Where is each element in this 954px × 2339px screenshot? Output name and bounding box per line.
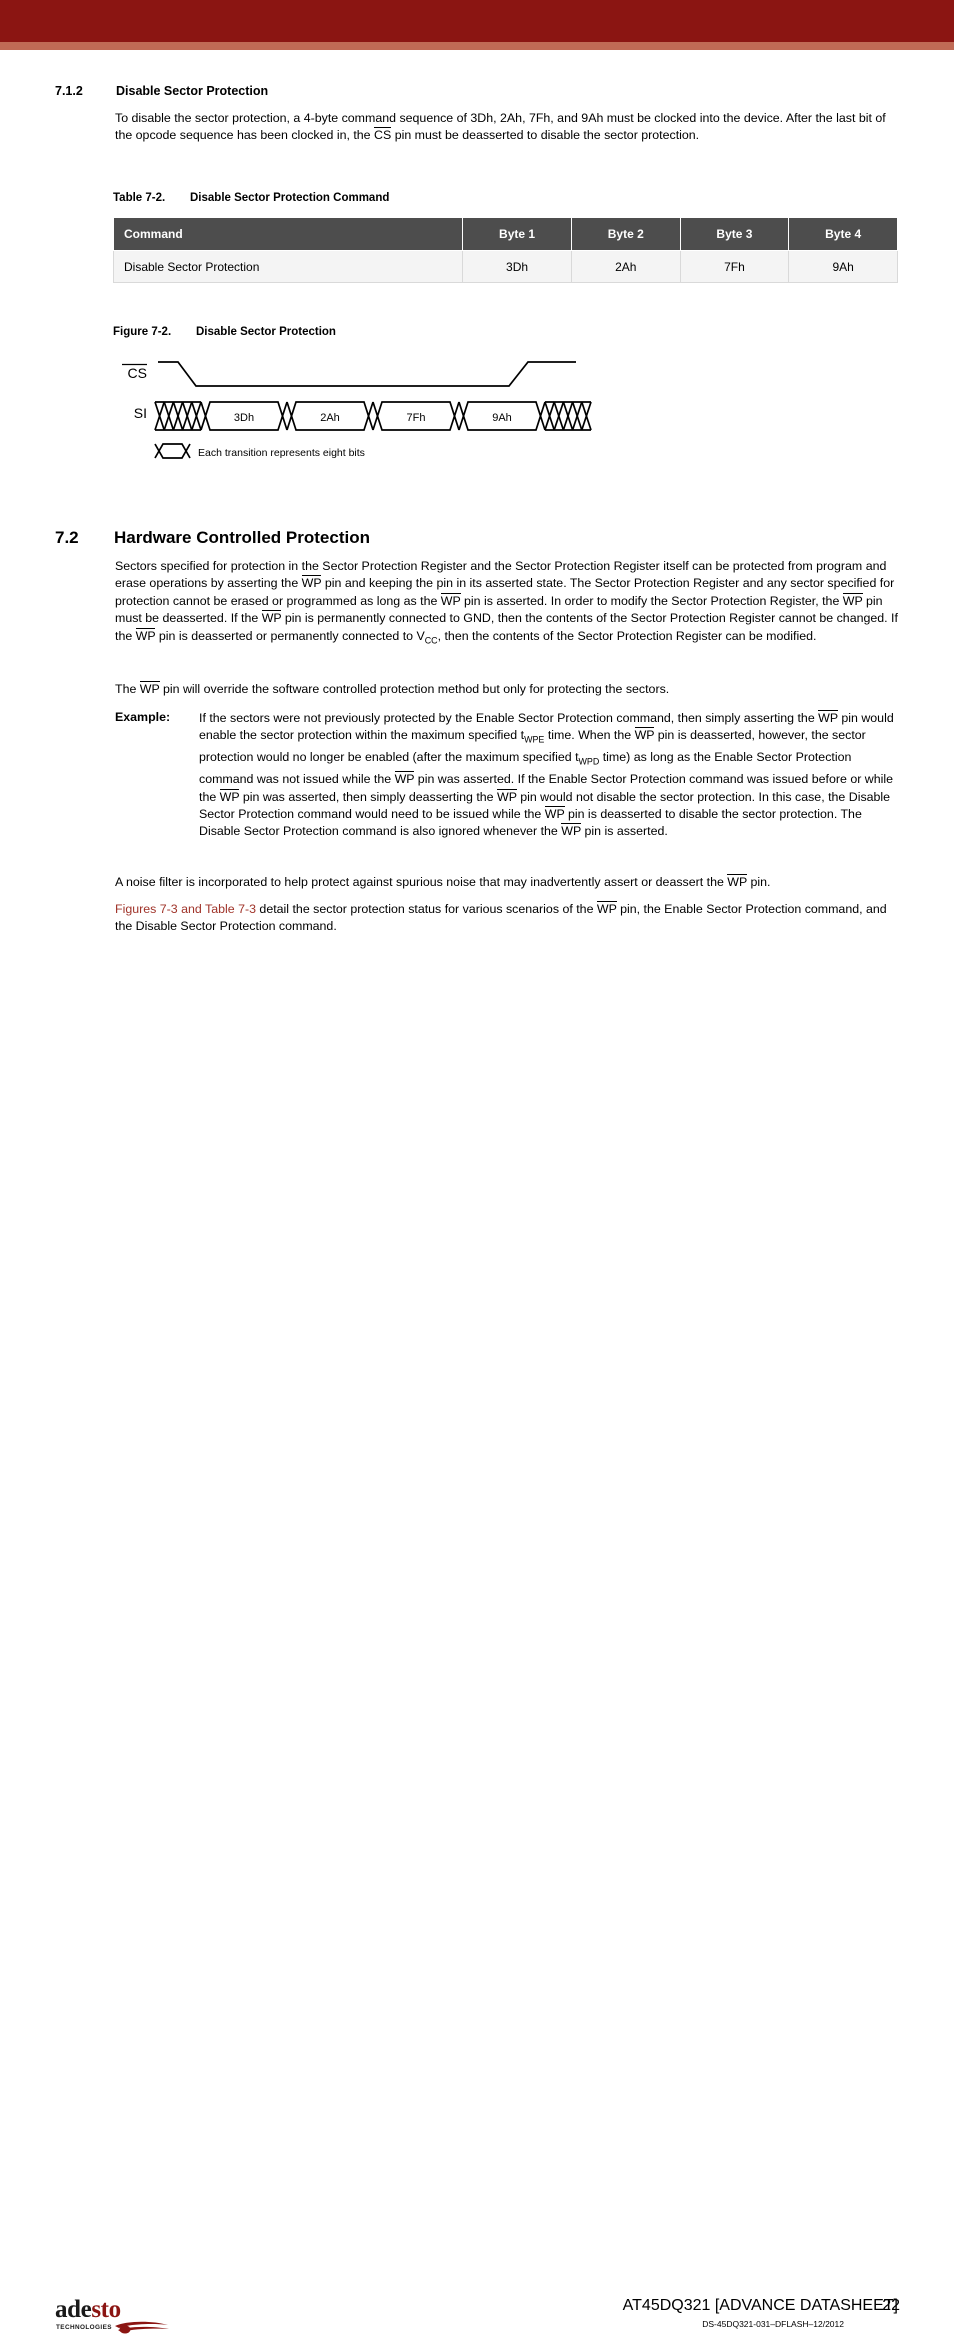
table-cell-byte-1: 3Dh — [462, 250, 572, 283]
table-cell-byte-4: 9Ah — [788, 250, 898, 283]
signal-name-wp: WP — [596, 902, 617, 916]
page-content: 7.1.2 Disable Sector Protection To disab… — [0, 0, 954, 1235]
si-byte-label-4: 9Ah — [492, 412, 512, 424]
footer-document-id: DS-45DQ321-031–DFLASH–12/2012 — [702, 2319, 844, 2329]
signal-name-wp: WP — [139, 682, 160, 696]
footer-page-number: 22 — [882, 2297, 900, 2314]
signal-name-wp: WP — [561, 824, 582, 839]
section-title-7-2: Hardware Controlled Protection — [114, 528, 370, 547]
signal-name-wp: WP — [219, 789, 240, 804]
paragraph-hardware-protection-1: Sectors specified for protection in the … — [115, 559, 898, 646]
table-header-byte-1: Byte 1 — [462, 217, 572, 251]
signal-name-wp: WP — [440, 593, 461, 608]
paragraph-cross-reference: Figures 7-3 and Table 7-3 detail the sec… — [115, 902, 887, 934]
signal-name-wp: WP — [394, 772, 415, 787]
timing-diagram-figure: CS SI 3Dh 2Ah 7Fh 9Ah Each transition re… — [105, 350, 605, 470]
figure-caption-number: Figure 7-2. — [113, 326, 172, 338]
signal-name-wp: WP — [261, 611, 282, 626]
si-byte-label-3: 7Fh — [407, 412, 426, 424]
legend-transition-symbol — [154, 443, 191, 459]
section-number-7-2: 7.2 — [55, 528, 79, 547]
si-dontcare-trailing — [544, 401, 592, 431]
cs-waveform — [158, 361, 576, 387]
page-footer: adesto TECHNOLOGIES AT45DQ321 [ADVANCE D… — [0, 1145, 954, 2334]
si-signal-label: SI — [134, 405, 147, 421]
si-waveform: 3Dh 2Ah 7Fh 9Ah — [154, 401, 592, 431]
signal-name-wp: WP — [727, 875, 748, 889]
si-dontcare-leading — [154, 401, 202, 431]
section-title-7-1-2: Disable Sector Protection — [116, 84, 269, 98]
paragraph-hardware-protection-2: The WP pin will override the software co… — [115, 682, 670, 696]
disable-sector-protection-table: Command Byte 1 Byte 2 Byte 3 Byte 4 Disa… — [112, 217, 898, 283]
cs-signal-label: CS — [122, 363, 147, 381]
signal-name-wp: WP — [497, 789, 517, 804]
legend-text: Each transition represents eight bits — [198, 447, 365, 459]
example-body: If the sectors were not previously prote… — [199, 711, 894, 839]
subscript-wpd: WPD — [578, 756, 600, 767]
section-number-7-1-2: 7.1.2 — [55, 84, 83, 98]
table-header-byte-2: Byte 2 — [570, 217, 681, 251]
cross-reference-link[interactable]: Figures 7-3 and Table 7-3 — [115, 902, 256, 916]
table-header-row: Command Byte 1 Byte 2 Byte 3 Byte 4 — [112, 217, 898, 251]
signal-name-wp: WP — [634, 728, 655, 743]
signal-name-wp: WP — [818, 711, 838, 725]
timing-diagram-svg: CS SI 3Dh 2Ah 7Fh 9Ah Each transition re… — [122, 361, 592, 459]
table-header-byte-3: Byte 3 — [679, 217, 790, 251]
signal-name-wp: WP — [135, 628, 156, 643]
example-label: Example: — [115, 710, 171, 724]
si-byte-label-1: 3Dh — [234, 412, 254, 424]
signal-name-wp: WP — [544, 806, 565, 821]
footer-document-title: AT45DQ321 [ADVANCE DATASHEET] — [622, 2297, 898, 2314]
table-caption-text: Disable Sector Protection Command — [190, 192, 390, 204]
subscript-wpe: WPE — [524, 734, 545, 745]
table-header-byte-4: Byte 4 — [788, 217, 898, 251]
subscript-cc: CC — [424, 635, 438, 646]
signal-name-wp: WP — [842, 593, 863, 608]
cs-label-text: CS — [128, 365, 147, 381]
table-cell-command: Disable Sector Protection — [112, 250, 464, 283]
table-row: Disable Sector Protection 3Dh 2Ah 7Fh 9A… — [112, 250, 898, 283]
figure-caption-text: Disable Sector Protection — [196, 326, 336, 338]
table-caption-number: Table 7-2. — [113, 192, 166, 204]
table-cell-byte-2: 2Ah — [570, 250, 681, 283]
si-byte-label-2: 2Ah — [320, 412, 340, 424]
signal-name-cs: CS — [374, 128, 392, 143]
paragraph-disable-sector-protection: To disable the sector protection, a 4-by… — [115, 111, 886, 143]
table-header-command: Command — [112, 217, 464, 251]
signal-name-wp: WP — [301, 576, 322, 591]
paragraph-noise-filter: A noise filter is incorporated to help p… — [115, 875, 771, 889]
table-cell-byte-3: 7Fh — [679, 250, 790, 283]
